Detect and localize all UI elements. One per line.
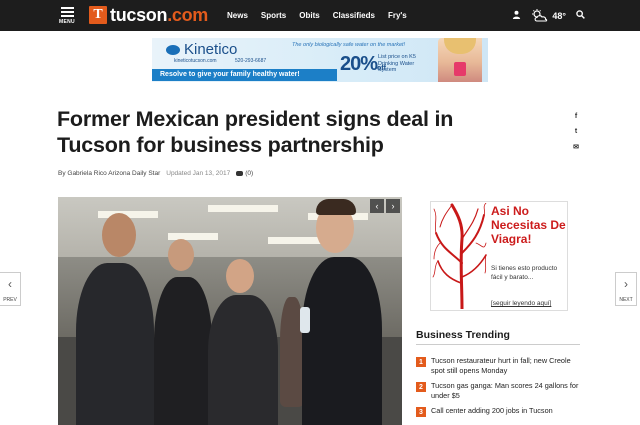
next-article-button[interactable]: › NEXT bbox=[615, 272, 637, 306]
nav-link-news[interactable]: News bbox=[227, 11, 248, 20]
prev-article-button[interactable]: ‹ PREV bbox=[0, 272, 21, 306]
side-ad-title: Asi No Necesitas De Viagra! bbox=[491, 204, 566, 246]
ad-tagline: The only biologically safe water on the … bbox=[292, 42, 406, 48]
temperature: 48° bbox=[552, 10, 566, 21]
site-logo[interactable]: T tucson.com bbox=[89, 5, 208, 25]
article-photo[interactable]: ‹ › bbox=[58, 197, 402, 425]
email-icon[interactable]: ✉ bbox=[572, 143, 580, 151]
next-label: NEXT bbox=[619, 297, 633, 303]
kinetico-logo-icon bbox=[166, 45, 180, 56]
trending-item[interactable]: 1 Tucson restaurateur hurt in fall; new … bbox=[416, 356, 586, 375]
ad-offer: List price on K5 Drinking Water System bbox=[378, 54, 416, 73]
hamburger-icon bbox=[57, 6, 77, 17]
menu-label: MENU bbox=[59, 19, 75, 25]
user-icon[interactable] bbox=[512, 10, 521, 22]
gallery-controls: ‹ › bbox=[368, 199, 400, 213]
trending-title: Business Trending bbox=[416, 329, 510, 341]
nav-link-sports[interactable]: Sports bbox=[261, 11, 286, 20]
nav-utilities: 48° bbox=[502, 0, 585, 31]
byline-author[interactable]: By Gabriela Rico Arizona Daily Star bbox=[58, 170, 160, 177]
trending-link[interactable]: Tucson gas ganga: Man scores 24 gallons … bbox=[431, 381, 585, 400]
logo-text: tucson.com bbox=[110, 4, 209, 25]
twitter-icon[interactable]: t bbox=[572, 128, 580, 135]
photo-person bbox=[76, 263, 154, 425]
search-icon[interactable] bbox=[576, 9, 585, 22]
ad-phone: 520-293-6687 bbox=[235, 58, 267, 64]
trending-divider bbox=[416, 344, 580, 345]
side-ad[interactable]: Asi No Necesitas De Viagra! Si tienes es… bbox=[430, 201, 568, 311]
byline-updated: Updated Jan 13, 2017 bbox=[166, 170, 231, 177]
nav-link-frys[interactable]: Fry's bbox=[388, 11, 407, 20]
trending-rank: 3 bbox=[416, 407, 426, 417]
trending-rank: 2 bbox=[416, 382, 426, 392]
ad-strip: Resolve to give your family healthy wate… bbox=[152, 69, 337, 81]
side-ad-desc: Si tienes esto producto fácil y barato..… bbox=[491, 265, 558, 281]
share-column: f t ✉ bbox=[572, 113, 580, 159]
gallery-prev-button[interactable]: ‹ bbox=[370, 199, 384, 213]
water-bottle bbox=[300, 307, 310, 333]
chevron-right-icon: › bbox=[624, 277, 628, 291]
side-ad-more-link[interactable]: [seguir leyendo aquí] bbox=[491, 300, 551, 307]
photo-person bbox=[302, 257, 382, 425]
logo-mark-icon: T bbox=[89, 6, 107, 24]
trending-item[interactable]: 3 Call center adding 200 jobs in Tucson bbox=[416, 406, 586, 417]
trending-link[interactable]: Call center adding 200 jobs in Tucson bbox=[431, 406, 585, 417]
photo-person bbox=[208, 295, 278, 425]
comment-icon bbox=[236, 171, 244, 176]
trending-item[interactable]: 2 Tucson gas ganga: Man scores 24 gallon… bbox=[416, 381, 586, 400]
comment-count[interactable]: (0) bbox=[236, 170, 253, 177]
kinetico-ad-banner[interactable]: Kinetico The only biologically safe wate… bbox=[152, 38, 488, 82]
article-headline: Former Mexican president signs deal in T… bbox=[57, 107, 454, 157]
article-byline: By Gabriela Rico Arizona Daily Star Upda… bbox=[58, 170, 253, 177]
facebook-icon[interactable]: f bbox=[572, 113, 580, 120]
gallery-next-button[interactable]: › bbox=[386, 199, 400, 213]
ad-photo bbox=[438, 38, 482, 82]
prev-label: PREV bbox=[3, 297, 17, 303]
chevron-left-icon: ‹ bbox=[8, 277, 12, 291]
weather-widget[interactable]: 48° bbox=[531, 9, 566, 22]
main-nav-links: News Sports Obits Classifieds Fry's bbox=[227, 0, 420, 31]
trending-link[interactable]: Tucson restaurateur hurt in fall; new Cr… bbox=[431, 356, 585, 375]
ad-brand: Kinetico bbox=[166, 41, 237, 58]
ad-site: kineticotucson.com bbox=[174, 58, 217, 64]
ad-veins-image bbox=[432, 203, 488, 309]
weather-cloud-sun-icon bbox=[532, 9, 548, 22]
photo-person bbox=[154, 277, 212, 425]
top-nav-bar: MENU T tucson.com News Sports Obits Clas… bbox=[0, 0, 640, 31]
menu-button[interactable]: MENU bbox=[57, 6, 77, 26]
trending-rank: 1 bbox=[416, 357, 426, 367]
nav-link-obits[interactable]: Obits bbox=[299, 11, 319, 20]
nav-link-classifieds[interactable]: Classifieds bbox=[333, 11, 375, 20]
